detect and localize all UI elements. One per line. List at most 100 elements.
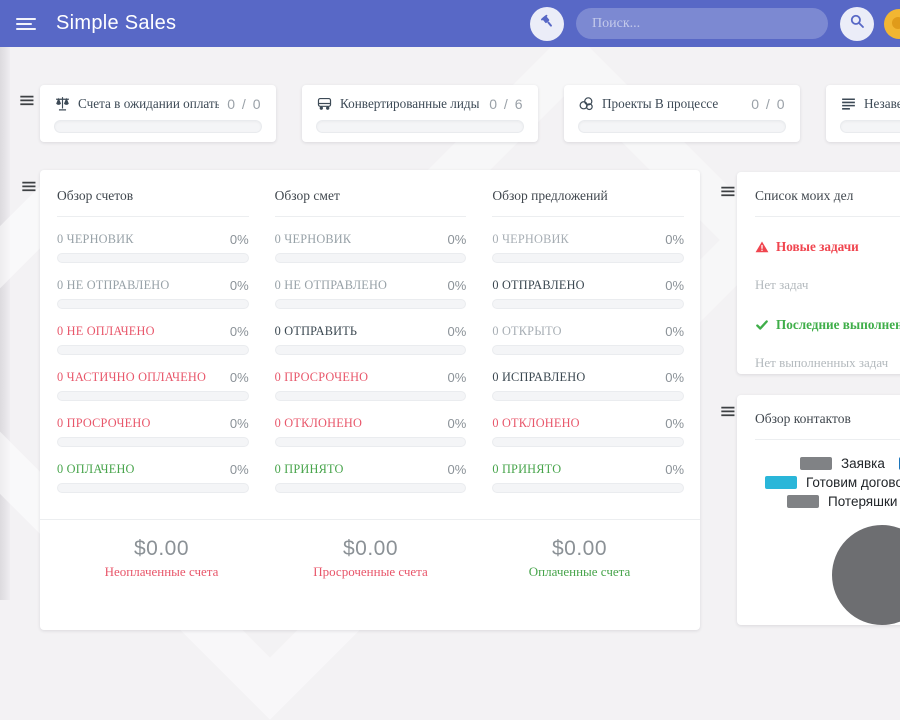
- progress-bar: [57, 437, 249, 447]
- total-paid-invoices: $0.00 Оплаченные счета: [475, 537, 684, 580]
- status-label[interactable]: 0 ЧЕРНОВИК: [57, 232, 134, 247]
- status-label[interactable]: 0 ОТКЛОНЕНО: [492, 416, 579, 431]
- status-percent: 0%: [447, 232, 467, 247]
- total-amount: $0.00: [133, 537, 190, 560]
- status-label[interactable]: 0 ЧЕРНОВИК: [275, 232, 352, 247]
- total-label: Неоплаченные счета: [104, 564, 219, 579]
- status-percent: 0%: [229, 416, 249, 431]
- status-percent: 0%: [665, 370, 685, 385]
- status-label[interactable]: 0 ПРОСРОЧЕНО: [275, 370, 369, 385]
- progress-bar: [274, 437, 467, 447]
- app-title[interactable]: Simple Sales: [56, 12, 176, 35]
- status-row: 0 ПРИНЯТО 0%: [492, 462, 685, 493]
- progress-bar: [57, 391, 249, 401]
- stat-card-invoices-awaiting[interactable]: Счета в ожидании оплаты 0 / 0: [40, 85, 276, 142]
- drag-handle-stats[interactable]: ≡: [18, 90, 36, 111]
- stat-value: 0 / 0: [751, 95, 786, 112]
- legend-item[interactable]: Готовим договор: [765, 475, 900, 490]
- total-label: Просроченные счета: [313, 564, 428, 579]
- status-row: 0 ЧЕРНОВИК 0%: [57, 232, 249, 263]
- status-row: 0 ОПЛАЧЕНО 0%: [57, 462, 249, 493]
- search-input[interactable]: [576, 8, 828, 39]
- status-label[interactable]: 0 ИСПРАВЛЕНО: [492, 370, 585, 385]
- total-label: Оплаченные счета: [528, 564, 631, 579]
- status-label[interactable]: 0 ПРИНЯТО: [492, 462, 561, 477]
- drag-handle-contacts[interactable]: ≡: [719, 401, 737, 422]
- status-row: 0 ОТКРЫТО 0%: [492, 324, 685, 355]
- status-label[interactable]: 0 ЧАСТИЧНО ОПЛАЧЕНО: [57, 370, 206, 385]
- status-row: 0 ОТПРАВЛЕНО 0%: [492, 278, 685, 309]
- status-label[interactable]: 0 ОТПРАВЛЕНО: [492, 278, 584, 293]
- progress-bar: [492, 299, 685, 309]
- status-row: 0 ЧАСТИЧНО ОПЛАЧЕНО 0%: [57, 370, 249, 401]
- search-icon: [848, 12, 866, 35]
- drag-handle-overview[interactable]: ≡: [20, 176, 38, 197]
- new-tasks-label: Новые задачи: [776, 239, 859, 254]
- legend-swatch: [787, 494, 819, 508]
- invoices-overview-column: Обзор счетов 0 ЧЕРНОВИК 0% 0 НЕ ОТПРАВЛЕ…: [57, 188, 249, 493]
- stat-progress-bar: [316, 120, 524, 133]
- notification-icon[interactable]: [884, 8, 900, 39]
- progress-bar: [492, 437, 685, 447]
- done-tasks-header: Последние выполненные задачи: [755, 317, 900, 333]
- gavel-button[interactable]: [530, 6, 564, 41]
- status-label[interactable]: 0 ПРОСРОЧЕНО: [57, 416, 151, 431]
- stat-card-converted-leads[interactable]: Конвертированные лиды 0 / 6: [302, 85, 538, 142]
- status-label[interactable]: 0 НЕ ОТПРАВЛЕНО: [275, 278, 387, 293]
- stat-progress-bar: [54, 120, 262, 133]
- stat-label: Конвертированные лиды: [340, 95, 480, 111]
- stat-card-projects-in-progress[interactable]: Проекты В процессе 0 / 0: [564, 85, 800, 142]
- legend-label: Готовим договор: [806, 474, 900, 490]
- status-label[interactable]: 0 НЕ ОТПРАВЛЕНО: [57, 278, 169, 293]
- status-percent: 0%: [665, 462, 685, 477]
- app-header: Simple Sales: [0, 0, 900, 47]
- status-row: 0 ОТКЛОНЕНО 0%: [492, 416, 685, 447]
- total-unpaid-invoices: $0.00 Неоплаченные счета: [57, 537, 266, 580]
- gavel-icon: [539, 13, 556, 35]
- search-button[interactable]: [840, 6, 874, 41]
- legend-swatch: [800, 456, 832, 470]
- status-label[interactable]: 0 ЧЕРНОВИК: [492, 232, 569, 247]
- overview-widget: Обзор счетов 0 ЧЕРНОВИК 0% 0 НЕ ОТПРАВЛЕ…: [40, 170, 700, 630]
- status-label[interactable]: 0 ОТПРАВИТЬ: [275, 324, 358, 339]
- progress-bar: [274, 299, 467, 309]
- progress-bar: [57, 299, 249, 309]
- status-percent: 0%: [665, 232, 685, 247]
- status-label[interactable]: 0 ПРИНЯТО: [275, 462, 344, 477]
- legend-label: Потеряшки: [828, 493, 898, 509]
- status-row: 0 НЕ ОПЛАЧЕНО 0%: [57, 324, 249, 355]
- stat-card-unfinished-tasks[interactable]: Незавершенные задачи: [826, 85, 900, 142]
- status-label[interactable]: 0 ОТКЛОНЕНО: [275, 416, 362, 431]
- stat-value: 0 / 0: [227, 95, 262, 112]
- progress-bar: [492, 483, 685, 493]
- total-amount: $0.00: [342, 537, 399, 560]
- status-percent: 0%: [447, 370, 467, 385]
- stat-label: Счета в ожидании оплаты: [78, 95, 220, 111]
- new-tasks-empty: Нет задач: [755, 277, 809, 292]
- proposals-overview-column: Обзор предложений 0 ЧЕРНОВИК 0% 0 ОТПРАВ…: [492, 188, 685, 493]
- legend-item[interactable]: Потеряшки: [787, 494, 897, 509]
- legend-item[interactable]: Заявка: [800, 456, 885, 471]
- check-icon: [755, 318, 769, 332]
- status-label[interactable]: 0 ОПЛАЧЕНО: [57, 462, 135, 477]
- tasks-icon: [840, 95, 857, 112]
- status-label[interactable]: 0 НЕ ОПЛАЧЕНО: [57, 324, 155, 339]
- status-percent: 0%: [229, 232, 249, 247]
- panel-title: Обзор контактов: [755, 411, 900, 440]
- status-percent: 0%: [447, 324, 467, 339]
- drag-handle-todo[interactable]: ≡: [719, 181, 737, 202]
- stat-label: Незавершенные задачи: [864, 95, 900, 111]
- chart-legend: Заявка Готовим договор Потеряшки: [755, 456, 900, 509]
- progress-bar: [274, 483, 467, 493]
- status-percent: 0%: [665, 278, 685, 293]
- progress-bar: [492, 345, 685, 355]
- status-percent: 0%: [229, 324, 249, 339]
- menu-icon[interactable]: [16, 15, 36, 33]
- scales-icon: [54, 95, 71, 112]
- status-percent: 0%: [229, 278, 249, 293]
- column-title: Обзор смет: [274, 188, 467, 217]
- legend-swatch: [765, 475, 797, 489]
- status-row: 0 ПРИНЯТО 0%: [274, 462, 467, 493]
- warning-icon: [755, 240, 769, 254]
- status-label[interactable]: 0 ОТКРЫТО: [492, 324, 561, 339]
